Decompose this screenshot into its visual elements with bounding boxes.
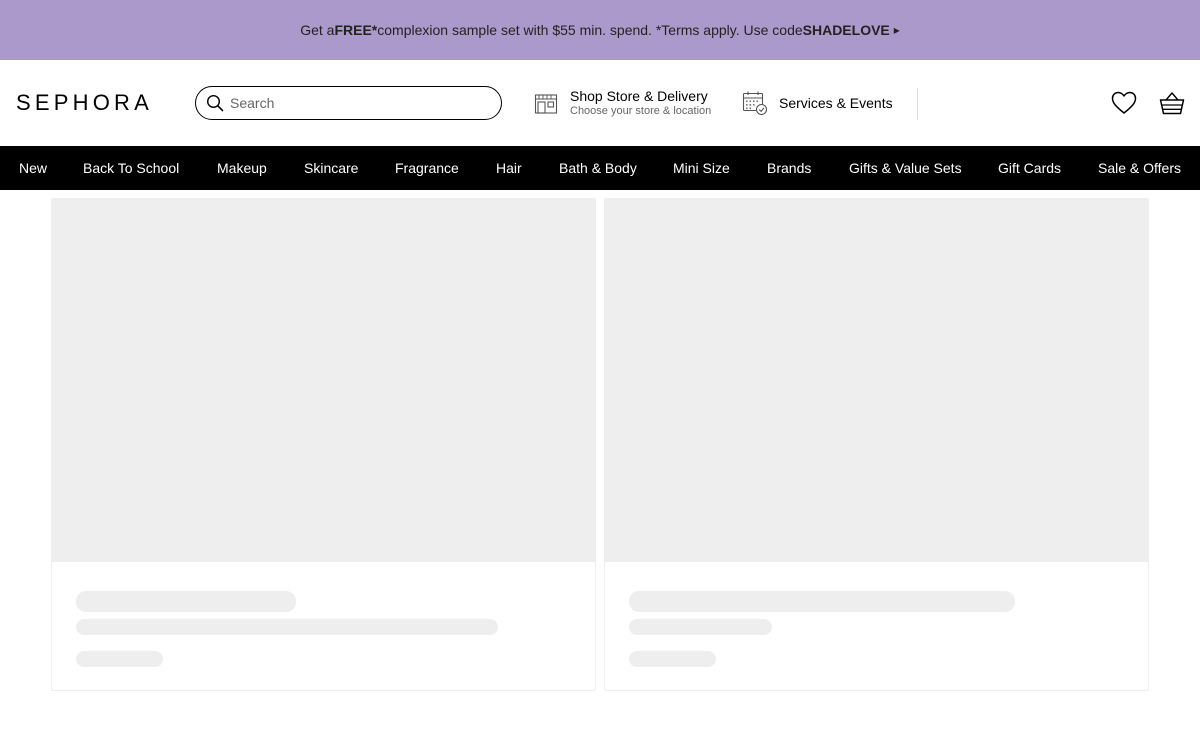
skeleton-line xyxy=(76,619,498,635)
sephora-logo[interactable]: SEPHORA xyxy=(16,91,153,115)
services-label: Services & Events xyxy=(779,95,893,111)
promo-free-label: FREE* xyxy=(334,22,378,38)
site-header: SEPHORA Shop Store & Delivery Choose you… xyxy=(0,60,1200,146)
skeleton-line xyxy=(76,651,163,667)
image-placeholder xyxy=(605,199,1148,562)
nav-item-mini-size[interactable]: Mini Size xyxy=(673,146,730,190)
store-title: Shop Store & Delivery xyxy=(570,88,708,104)
promo-banner[interactable]: Get a FREE* complexion sample set with $… xyxy=(0,0,1200,60)
skeleton-line xyxy=(629,591,1015,612)
skeleton-line xyxy=(629,651,716,667)
image-placeholder xyxy=(52,199,595,562)
nav-item-sale-offers[interactable]: Sale & Offers xyxy=(1098,146,1181,190)
promo-text-part2: complexion sample set with $55 min. spen… xyxy=(377,22,803,38)
chevron-right-icon: ▸ xyxy=(893,23,900,37)
services-events[interactable]: Services & Events xyxy=(742,88,893,118)
nav-item-fragrance[interactable]: Fragrance xyxy=(395,146,459,190)
store-subtitle: Choose your store & location xyxy=(570,105,712,117)
search-icon xyxy=(206,94,224,112)
nav-item-new[interactable]: New xyxy=(19,146,47,190)
main-nav: New Back To School Makeup Skincare Fragr… xyxy=(0,146,1200,190)
heart-icon[interactable] xyxy=(1111,91,1137,115)
store-icon xyxy=(534,94,558,114)
promo-text-part1: Get a xyxy=(300,22,335,38)
nav-item-back-to-school[interactable]: Back To School xyxy=(83,146,179,190)
loading-card xyxy=(604,198,1149,691)
header-divider xyxy=(917,88,918,120)
search-input[interactable] xyxy=(230,95,490,111)
basket-icon[interactable] xyxy=(1159,90,1185,116)
nav-item-gifts-value-sets[interactable]: Gifts & Value Sets xyxy=(849,146,962,190)
promo-code: SHADELOVE xyxy=(802,22,890,38)
nav-item-hair[interactable]: Hair xyxy=(496,146,522,190)
nav-item-brands[interactable]: Brands xyxy=(767,146,811,190)
loading-card xyxy=(51,198,596,691)
nav-item-bath-body[interactable]: Bath & Body xyxy=(559,146,637,190)
nav-item-gift-cards[interactable]: Gift Cards xyxy=(998,146,1061,190)
skeleton-line xyxy=(76,591,296,612)
nav-item-makeup[interactable]: Makeup xyxy=(217,146,267,190)
shop-store-delivery[interactable]: Shop Store & Delivery Choose your store … xyxy=(534,86,711,120)
search-box[interactable] xyxy=(195,86,502,120)
calendar-icon xyxy=(742,91,768,116)
skeleton-line xyxy=(629,619,772,635)
nav-item-skincare[interactable]: Skincare xyxy=(304,146,358,190)
